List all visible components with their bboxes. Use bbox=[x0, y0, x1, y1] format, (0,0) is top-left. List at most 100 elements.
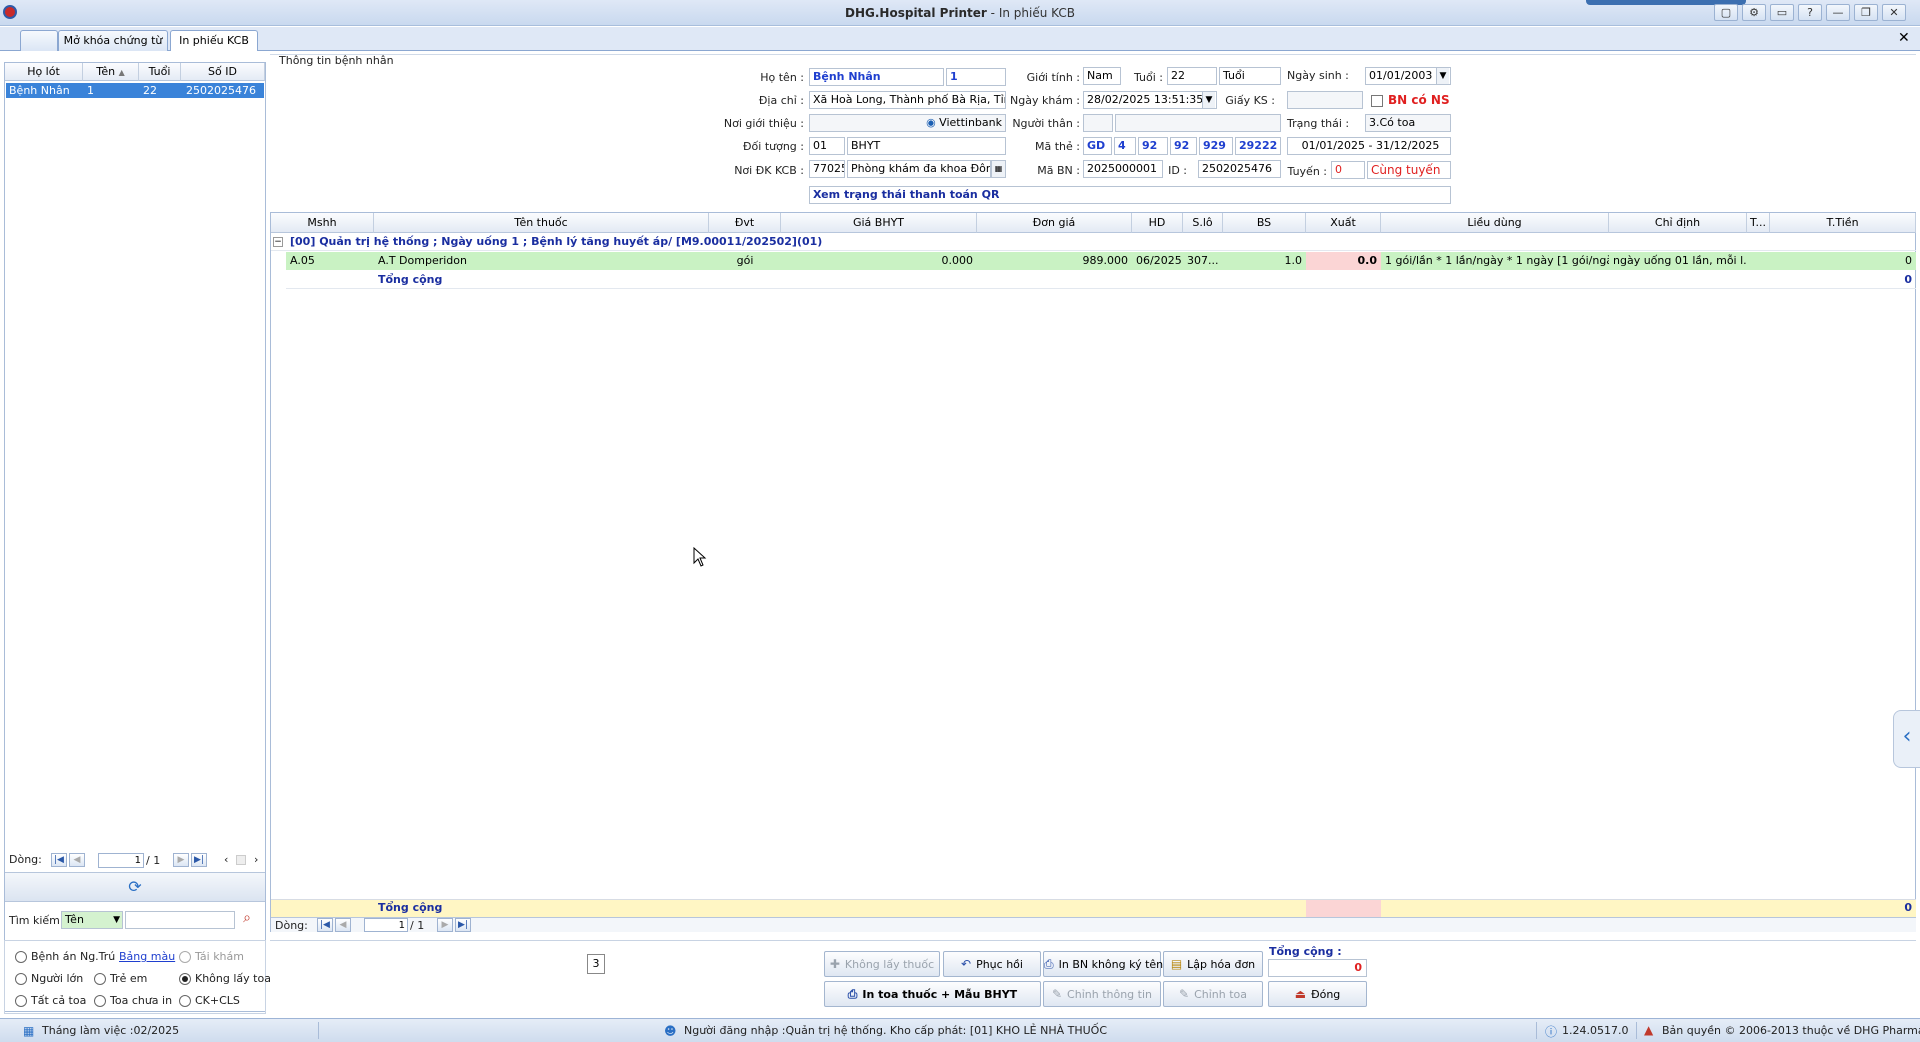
gioi-tinh-field[interactable]: Nam bbox=[1083, 67, 1121, 85]
col-chi-dinh[interactable]: Chỉ định bbox=[1609, 213, 1747, 233]
tuoi-field[interactable]: 22 bbox=[1167, 67, 1217, 85]
lap-hoa-don-button[interactable]: ▤ Lập hóa đơn bbox=[1163, 951, 1263, 977]
bn-co-ns-checkbox[interactable] bbox=[1371, 95, 1383, 107]
ho-ten-suffix-field[interactable]: 1 bbox=[946, 68, 1006, 86]
doi-tuong-code-field[interactable]: 01 bbox=[809, 137, 845, 155]
nguoi-than-field[interactable] bbox=[1115, 114, 1281, 132]
trang-thai-field[interactable]: 3.Có toa bbox=[1365, 114, 1451, 132]
tuoi-unit-field[interactable]: Tuổi bbox=[1219, 67, 1281, 85]
ma-the-part-5[interactable]: 929 bbox=[1199, 137, 1233, 155]
radio-ck-cls[interactable] bbox=[179, 995, 191, 1007]
close-button[interactable]: ✕ bbox=[1882, 4, 1906, 21]
ma-bn-field[interactable]: 2025000001 bbox=[1083, 160, 1163, 178]
search-input[interactable] bbox=[125, 911, 235, 929]
last-page-icon[interactable]: ▶| bbox=[455, 918, 471, 932]
noi-dk-field[interactable]: Phòng khám đa khoa Đông T bbox=[847, 160, 991, 178]
group-row[interactable]: − [00] Quản trị hệ thống ; Ngày uống 1 ;… bbox=[271, 233, 1916, 251]
phuc-hoi-button[interactable]: ↶ Phục hồi bbox=[943, 951, 1041, 977]
page-input[interactable]: 1 bbox=[364, 918, 408, 932]
col-hd[interactable]: HD bbox=[1132, 213, 1183, 233]
prev-page-icon[interactable]: ◀ bbox=[335, 918, 351, 932]
col-t-tien[interactable]: T.Tiền bbox=[1770, 213, 1916, 233]
page-input[interactable]: 1 bbox=[98, 853, 144, 868]
ngay-kham-field[interactable]: 28/02/2025 13:51:35 ▼ bbox=[1083, 91, 1217, 109]
ma-the-part-1[interactable]: GD bbox=[1083, 137, 1112, 155]
col-header-ho-lot[interactable]: Họ lót bbox=[5, 63, 83, 81]
tab-in-phieu-kcb[interactable]: In phiếu KCB bbox=[170, 30, 258, 51]
patient-row[interactable]: Bệnh Nhân 1 22 2502025476 bbox=[6, 83, 264, 98]
screen-icon[interactable]: ▢ bbox=[1714, 4, 1738, 21]
col-dvt[interactable]: Đvt bbox=[709, 213, 781, 233]
label-id: ID : bbox=[1168, 164, 1187, 177]
col-header-ten[interactable]: Tên ▲ bbox=[83, 63, 139, 81]
ma-the-part-4[interactable]: 92 bbox=[1170, 137, 1197, 155]
ma-the-part-2[interactable]: 4 bbox=[1114, 137, 1136, 155]
footer-total-value: 0 bbox=[1904, 901, 1912, 914]
last-page-icon[interactable]: ▶| bbox=[191, 853, 207, 867]
tuyen-code-field[interactable]: 0 bbox=[1331, 161, 1365, 179]
minimize-button[interactable]: — bbox=[1826, 4, 1850, 21]
chinh-toa-button[interactable]: ✎ Chỉnh toa bbox=[1163, 981, 1263, 1007]
col-mshh[interactable]: Mshh bbox=[271, 213, 374, 233]
next-page-icon[interactable]: ▶ bbox=[437, 918, 453, 932]
scroll-left-icon[interactable]: ‹ bbox=[224, 853, 228, 866]
search-field-select[interactable]: Tên ▼ bbox=[61, 911, 123, 929]
scroll-track[interactable] bbox=[236, 855, 246, 865]
first-page-icon[interactable]: |◀ bbox=[317, 918, 333, 932]
dong-button[interactable]: ⏏ Đóng bbox=[1268, 981, 1367, 1007]
search-icon[interactable]: ⌕ bbox=[237, 910, 257, 930]
collapse-icon[interactable]: − bbox=[273, 237, 283, 247]
col-gia-bhyt[interactable]: Giá BHYT bbox=[781, 213, 977, 233]
tab-mo-khoa-chung-tu[interactable]: Mở khóa chứng từ bbox=[58, 30, 168, 51]
radio-khong-lay-toa[interactable] bbox=[179, 973, 191, 985]
nguoi-than-code-field[interactable] bbox=[1083, 114, 1113, 132]
noi-dk-code-field[interactable]: 77025 bbox=[809, 160, 845, 178]
col-t[interactable]: T... bbox=[1747, 213, 1770, 233]
tab-blank[interactable] bbox=[20, 30, 58, 51]
col-bs[interactable]: BS bbox=[1223, 213, 1306, 233]
invoice-icon: ▤ bbox=[1170, 957, 1183, 971]
giay-ks-field[interactable] bbox=[1287, 91, 1363, 109]
col-xuat[interactable]: Xuất bbox=[1306, 213, 1381, 233]
radio-tat-ca-toa[interactable] bbox=[15, 995, 27, 1007]
bang-mau-link[interactable]: Bảng màu bbox=[119, 950, 175, 963]
restore-button[interactable]: ❐ bbox=[1854, 4, 1878, 21]
id-field[interactable]: 2502025476 bbox=[1198, 160, 1281, 178]
col-so-lo[interactable]: S.lô bbox=[1183, 213, 1223, 233]
col-header-so-id[interactable]: Số ID bbox=[181, 63, 265, 81]
ma-the-part-6[interactable]: 29222 bbox=[1235, 137, 1281, 155]
help-button[interactable]: ? bbox=[1798, 4, 1822, 21]
scroll-right-icon[interactable]: › bbox=[254, 853, 258, 866]
in-bn-khong-ky-ten-button[interactable]: ⎙ In BN không ký tên bbox=[1043, 951, 1163, 977]
next-page-icon[interactable]: ▶ bbox=[173, 853, 189, 867]
qr-status-link[interactable]: Xem trạng thái thanh toán QR bbox=[809, 186, 1451, 204]
noi-gioi-thieu-field[interactable]: ◉ Viettinbank bbox=[809, 114, 1006, 132]
radio-tai-kham[interactable] bbox=[179, 951, 191, 963]
close-tab-icon[interactable]: ✕ bbox=[1898, 30, 1910, 46]
calculator-icon[interactable]: ▦ bbox=[991, 160, 1006, 178]
col-don-gia[interactable]: Đơn giá bbox=[977, 213, 1132, 233]
prev-page-icon[interactable]: ◀ bbox=[69, 853, 85, 867]
radio-nguoi-lon[interactable] bbox=[15, 973, 27, 985]
hieu-luc-field[interactable]: 01/01/2025 - 31/12/2025 bbox=[1287, 137, 1451, 155]
tuyen-field[interactable]: Cùng tuyến bbox=[1367, 161, 1451, 179]
doi-tuong-field[interactable]: BHYT bbox=[847, 137, 1006, 155]
expand-panel-icon[interactable]: ‹ bbox=[1893, 710, 1920, 768]
radio-tre-em[interactable] bbox=[94, 973, 106, 985]
chinh-thong-tin-button[interactable]: ✎ Chỉnh thông tin bbox=[1043, 981, 1161, 1007]
ho-ten-field[interactable]: Bệnh Nhân bbox=[809, 68, 944, 86]
first-page-icon[interactable]: |◀ bbox=[51, 853, 67, 867]
dia-chi-field[interactable]: Xã Hoà Long, Thành phố Bà Rịa, Tỉnh Bà bbox=[809, 91, 1006, 109]
radio-benh-an-ng-tru[interactable] bbox=[15, 951, 27, 963]
refresh-icon[interactable]: ⟳ bbox=[5, 872, 265, 902]
col-lieu-dung[interactable]: Liều dùng bbox=[1381, 213, 1609, 233]
radio-toa-chua-in[interactable] bbox=[94, 995, 106, 1007]
col-header-tuoi[interactable]: Tuổi bbox=[139, 63, 181, 81]
ngay-sinh-field[interactable]: 01/01/2003 ▼ bbox=[1365, 67, 1451, 85]
ma-the-part-3[interactable]: 92 bbox=[1138, 137, 1168, 155]
settings-icon[interactable]: ⚙ bbox=[1742, 4, 1766, 21]
monitor-icon[interactable]: ▭ bbox=[1770, 4, 1794, 21]
khong-lay-thuoc-button[interactable]: ✚ Không lấy thuốc bbox=[824, 951, 940, 977]
in-toa-thuoc-button[interactable]: ⎙ In toa thuốc + Mẫu BHYT bbox=[824, 981, 1041, 1007]
col-ten-thuoc[interactable]: Tên thuốc bbox=[374, 213, 709, 233]
